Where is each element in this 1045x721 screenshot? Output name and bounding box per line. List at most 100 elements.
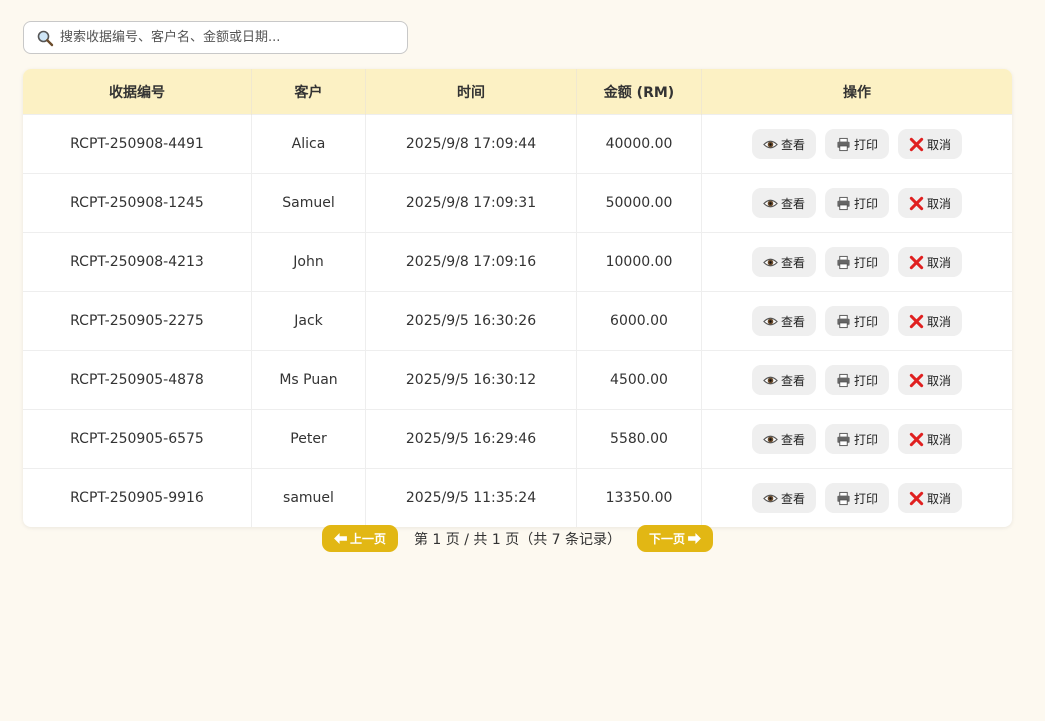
print-button[interactable]: 打印 [824, 424, 889, 454]
view-label: 查看 [780, 491, 805, 506]
amount-cell: 10000.00 [576, 232, 702, 292]
search-icon [36, 29, 54, 47]
view-button[interactable]: 查看 [751, 424, 816, 454]
receipt-id-cell: RCPT-250905-2275 [23, 291, 252, 351]
print-button[interactable]: 打印 [824, 306, 889, 336]
next-page-button[interactable]: 下一页 [637, 525, 714, 552]
time-cell: 2025/9/5 11:35:24 [365, 468, 577, 527]
table-row: RCPT-250908-4491 Alica 2025/9/8 17:09:44 40… [23, 114, 1012, 174]
actions-cell: 查看 打印 取消 [701, 468, 1012, 527]
cross-mark-icon [909, 432, 924, 446]
column-header-customer: 客户 [251, 69, 366, 115]
receipt-id-cell: RCPT-250908-4491 [23, 114, 252, 174]
time-cell: 2025/9/5 16:30:12 [365, 350, 577, 410]
print-button[interactable]: 打印 [824, 483, 889, 513]
print-button[interactable]: 打印 [824, 188, 889, 218]
cancel-button[interactable]: 取消 [898, 365, 963, 395]
eye-icon [763, 199, 778, 207]
printer-icon [837, 491, 850, 505]
row-actions: 查看 打印 取消 [703, 247, 1011, 277]
table-row: RCPT-250905-2275 Jack 2025/9/5 16:30:26 600… [23, 291, 1012, 351]
eye-icon [763, 140, 778, 148]
cancel-label: 取消 [927, 196, 952, 211]
print-button[interactable]: 打印 [824, 129, 889, 159]
eye-icon [763, 317, 778, 325]
eye-icon [763, 494, 778, 502]
customer-cell: Peter [251, 409, 366, 469]
cancel-button[interactable]: 取消 [898, 424, 963, 454]
view-label: 查看 [780, 137, 805, 152]
cancel-label: 取消 [927, 373, 952, 388]
amount-cell: 50000.00 [576, 173, 702, 233]
next-page-label: 下一页 [649, 532, 686, 546]
cancel-label: 取消 [927, 314, 952, 329]
view-label: 查看 [780, 373, 805, 388]
receipt-id-cell: RCPT-250905-6575 [23, 409, 252, 469]
view-button[interactable]: 查看 [751, 306, 816, 336]
time-cell: 2025/9/5 16:29:46 [365, 409, 577, 469]
actions-cell: 查看 打印 取消 [701, 232, 1012, 292]
cancel-label: 取消 [927, 491, 952, 506]
column-header-receipt-id: 收据编号 [23, 69, 252, 115]
cross-mark-icon [909, 255, 924, 269]
table-row: RCPT-250905-4878 Ms Puan 2025/9/5 16:30:12… [23, 350, 1012, 410]
print-label: 打印 [853, 314, 878, 329]
cancel-button[interactable]: 取消 [898, 306, 963, 336]
cancel-label: 取消 [927, 255, 952, 270]
cancel-label: 取消 [927, 137, 952, 152]
printer-icon [837, 255, 850, 269]
receipts-table-card: 收据编号 客户 时间 金额 (RM) 操作 RCPT-250908-4491 Al… [23, 69, 1012, 527]
view-button[interactable]: 查看 [751, 129, 816, 159]
row-actions: 查看 打印 取消 [703, 306, 1011, 336]
actions-cell: 查看 打印 取消 [701, 291, 1012, 351]
row-actions: 查看 打印 取消 [703, 424, 1011, 454]
prev-page-label: 上一页 [349, 532, 386, 546]
eye-icon [763, 258, 778, 266]
print-label: 打印 [853, 373, 878, 388]
table-header-row: 收据编号 客户 时间 金额 (RM) 操作 [23, 69, 1012, 115]
row-actions: 查看 打印 取消 [703, 365, 1011, 395]
customer-cell: Samuel [251, 173, 366, 233]
view-label: 查看 [780, 196, 805, 211]
printer-icon [837, 314, 850, 328]
view-button[interactable]: 查看 [751, 188, 816, 218]
print-button[interactable]: 打印 [824, 247, 889, 277]
cancel-button[interactable]: 取消 [898, 247, 963, 277]
amount-cell: 5580.00 [576, 409, 702, 469]
view-button[interactable]: 查看 [751, 483, 816, 513]
search-input[interactable] [58, 29, 407, 46]
print-label: 打印 [853, 491, 878, 506]
customer-cell: John [251, 232, 366, 292]
eye-icon [763, 376, 778, 384]
time-cell: 2025/9/8 17:09:31 [365, 173, 577, 233]
actions-cell: 查看 打印 取消 [701, 114, 1012, 174]
pagination: 上一页 第 1 页 / 共 1 页（共 7 条记录） 下一页 [0, 525, 1035, 552]
printer-icon [837, 373, 850, 387]
view-button[interactable]: 查看 [751, 365, 816, 395]
arrow-left-icon [334, 533, 347, 544]
printer-icon [837, 432, 850, 446]
cancel-button[interactable]: 取消 [898, 483, 963, 513]
printer-icon [837, 137, 850, 151]
cancel-button[interactable]: 取消 [898, 188, 963, 218]
amount-cell: 13350.00 [576, 468, 702, 527]
arrow-right-icon [688, 533, 701, 544]
amount-cell: 40000.00 [576, 114, 702, 174]
view-button[interactable]: 查看 [751, 247, 816, 277]
print-label: 打印 [853, 432, 878, 447]
cancel-button[interactable]: 取消 [898, 129, 963, 159]
print-button[interactable]: 打印 [824, 365, 889, 395]
column-header-actions: 操作 [701, 69, 1012, 115]
amount-cell: 4500.00 [576, 350, 702, 410]
actions-cell: 查看 打印 取消 [701, 350, 1012, 410]
search-box[interactable] [23, 21, 408, 54]
table-row: RCPT-250908-4213 John 2025/9/8 17:09:16 100… [23, 232, 1012, 292]
cancel-label: 取消 [927, 432, 952, 447]
view-label: 查看 [780, 255, 805, 270]
prev-page-button[interactable]: 上一页 [321, 525, 398, 552]
column-header-amount: 金额 (RM) [576, 69, 702, 115]
row-actions: 查看 打印 取消 [703, 483, 1011, 513]
receipt-id-cell: RCPT-250908-4213 [23, 232, 252, 292]
receipts-table: 收据编号 客户 时间 金额 (RM) 操作 RCPT-250908-4491 Al… [23, 69, 1012, 527]
view-label: 查看 [780, 314, 805, 329]
